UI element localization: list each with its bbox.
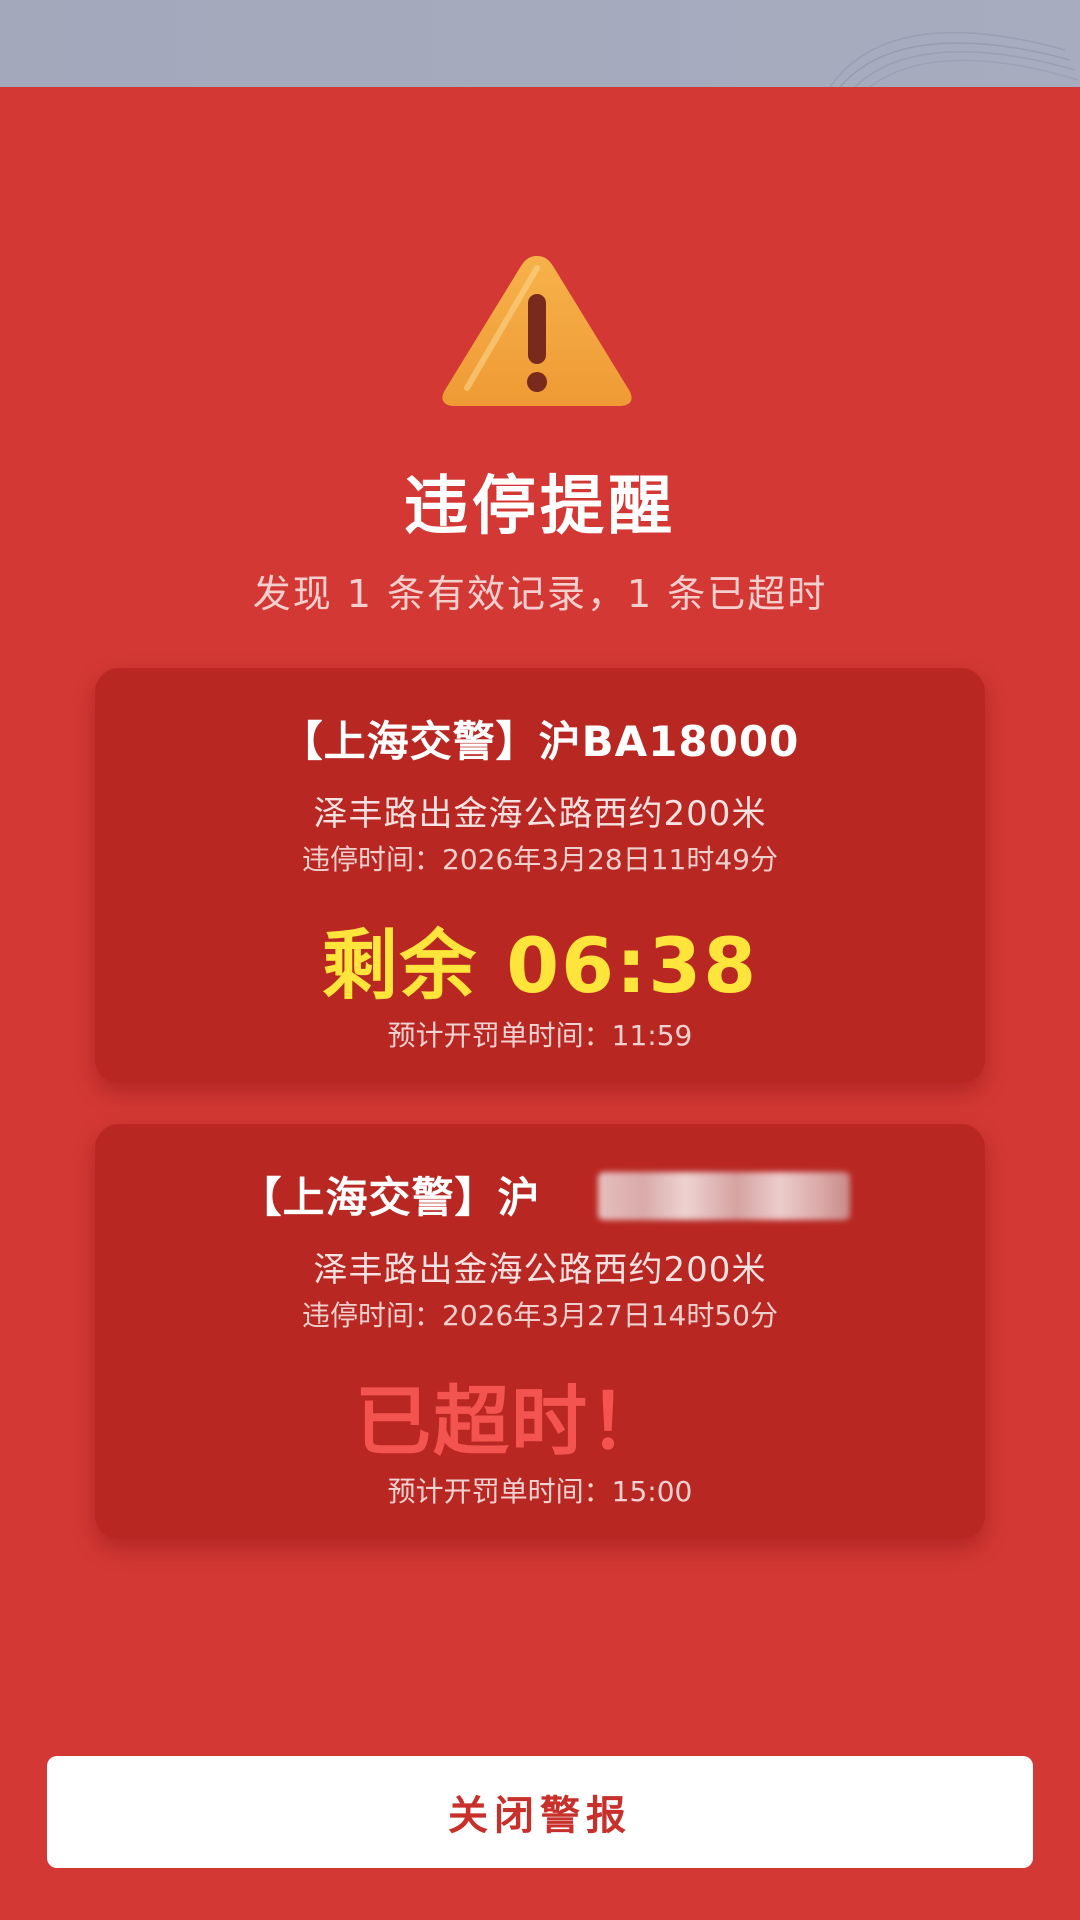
close-alert-button[interactable]: 关闭警报 [47,1756,1033,1868]
record-location: 泽丰路出金海公路西约200米 [313,794,767,834]
record-ticket-time: 预计开罚单时间：15:00 [387,1475,693,1508]
record-ticket-time: 预计开罚单时间：11:59 [387,1019,693,1052]
record-overdue-status: 已超时！ [355,1377,667,1466]
violation-record-card: 【上海交警】沪BA18000 泽丰路出金海公路西约200米 违停时间：2026年… [95,668,985,1083]
warning-triangle-icon [442,256,632,406]
record-title: 【上海交警】沪BA18000 [280,717,800,766]
alert-subtitle: 发现 1 条有效记录，1 条已超时 [252,572,828,616]
decorative-lines [829,31,1079,87]
record-location: 泽丰路出金海公路西约200米 [313,1250,767,1290]
record-countdown: 剩余 06:38 [321,921,759,1010]
violation-record-card: 【上海交警】沪 泽丰路出金海公路西约200米 违停时间：2026年3月27日14… [95,1124,985,1539]
plate-number-redaction [598,1172,850,1220]
alert-title: 违停提醒 [404,470,676,544]
record-violation-time: 违停时间：2026年3月28日11时49分 [302,843,778,876]
record-violation-time: 违停时间：2026年3月27日14时50分 [302,1299,778,1332]
background-app-strip [0,0,1080,87]
